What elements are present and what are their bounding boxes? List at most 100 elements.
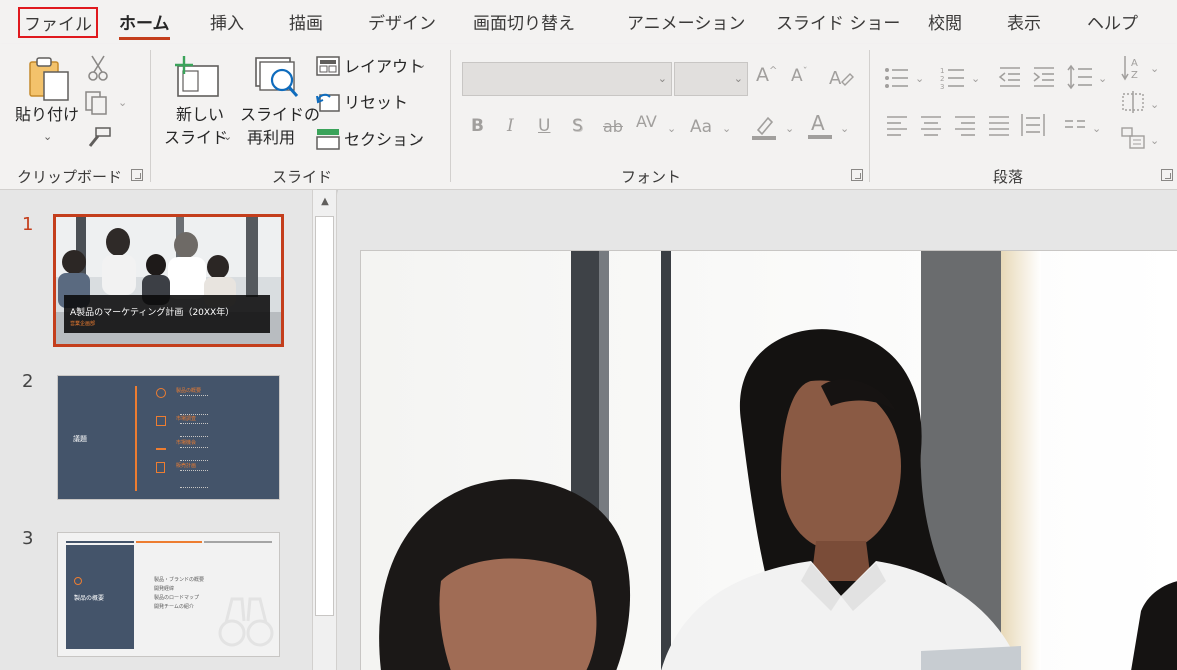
new-slide-icon: [175, 56, 219, 97]
tab-review[interactable]: 校閲: [928, 9, 962, 34]
binoculars-icon: [218, 597, 274, 647]
chevron-down-icon[interactable]: ⌄: [1150, 62, 1159, 75]
font-launcher-icon[interactable]: [851, 169, 863, 181]
clear-formatting-icon[interactable]: A: [828, 66, 854, 90]
paragraph-launcher-icon[interactable]: [1161, 169, 1173, 181]
thumbnail-scrollbar[interactable]: ▲: [312, 190, 337, 670]
chevron-down-icon[interactable]: ⌄: [722, 122, 731, 135]
slide-2-agenda-icon-3: [156, 440, 166, 450]
columns-icon[interactable]: [1064, 118, 1086, 134]
cut-icon[interactable]: [86, 54, 110, 82]
slide-thumbnail-2[interactable]: 議題 製品の概要 市場調査 市場機会 販売計画: [57, 375, 280, 500]
reset-icon: [316, 93, 340, 112]
paste-label: 貼り付け: [15, 105, 80, 124]
chevron-down-icon[interactable]: ⌄: [1150, 134, 1159, 147]
chevron-down-icon[interactable]: ⌄: [840, 122, 849, 135]
tab-insert[interactable]: 挿入: [210, 9, 244, 34]
convert-smartart-icon[interactable]: [1120, 126, 1146, 150]
tab-file[interactable]: ファイル: [18, 7, 98, 38]
increase-indent-icon[interactable]: [1032, 66, 1056, 88]
new-slide-label-2: スライド: [164, 128, 229, 147]
decrease-indent-icon[interactable]: [998, 66, 1022, 88]
chevron-down-icon[interactable]: ⌄: [915, 72, 924, 85]
text-direction-icon[interactable]: A Z: [1120, 54, 1146, 82]
format-painter-icon[interactable]: [86, 126, 112, 150]
ribbon: 貼り付け ⌄ ⌄ クリップボード 新しい スライド ⌄ スライドの 再利用 レイ…: [0, 44, 1177, 190]
scroll-up-arrow-icon[interactable]: ▲: [316, 193, 334, 211]
main-slide-canvas[interactable]: [360, 250, 1177, 670]
highlight-icon[interactable]: [750, 112, 778, 140]
chevron-down-icon[interactable]: ⌄: [785, 122, 794, 135]
align-left-icon[interactable]: [885, 114, 909, 136]
svg-text:A: A: [811, 111, 825, 135]
line-spacing-icon[interactable]: [1066, 64, 1094, 90]
numbering-icon[interactable]: 1 2 3: [940, 66, 966, 90]
clipboard-launcher-icon[interactable]: [131, 169, 143, 181]
tab-transitions[interactable]: 画面切り替え: [473, 9, 575, 34]
tab-help[interactable]: ヘルプ: [1087, 9, 1138, 34]
font-size-combo[interactable]: ⌄: [674, 62, 748, 96]
chevron-down-icon[interactable]: ⌄: [971, 72, 980, 85]
shrink-font-button[interactable]: Aˇ: [791, 66, 808, 86]
group-separator: [450, 50, 451, 182]
chevron-down-icon: ⌄: [657, 72, 667, 85]
slide-3-bullet-1: 製品・ブランドの概要: [154, 577, 205, 583]
character-spacing-icon: AV: [636, 112, 657, 131]
bold-button[interactable]: B: [471, 116, 484, 136]
character-spacing-button[interactable]: AV: [636, 112, 657, 131]
distributed-icon[interactable]: [1020, 112, 1046, 138]
slide-2-title: 議題: [73, 435, 87, 443]
scrollbar-thumb[interactable]: [315, 216, 334, 616]
justify-icon[interactable]: [987, 114, 1011, 136]
svg-text:3: 3: [940, 83, 944, 90]
tab-design[interactable]: デザイン: [368, 9, 436, 34]
group-label-paragraph: 段落: [993, 168, 1024, 186]
italic-button[interactable]: I: [507, 116, 514, 136]
font-name-combo[interactable]: ⌄: [462, 62, 672, 96]
bullets-icon[interactable]: [884, 66, 910, 90]
strikethrough-button[interactable]: ab: [603, 117, 623, 136]
slide-number-2: 2: [22, 371, 34, 392]
group-label-slides: スライド: [272, 168, 333, 186]
paste-icon: [29, 57, 69, 101]
svg-text:2: 2: [940, 75, 944, 83]
chevron-down-icon[interactable]: ⌄: [1150, 98, 1159, 111]
slide-thumbnail-3[interactable]: 製品の概要 製品・ブランドの概要 開発経緯 製品のロードマップ 開発チームの紹介: [57, 532, 280, 657]
chevron-down-icon: ⌄: [223, 130, 233, 143]
grow-font-button[interactable]: A^: [756, 64, 777, 86]
underline-button[interactable]: U: [538, 116, 550, 136]
slide-number-1: 1: [22, 214, 34, 235]
slide-3-sidebar: 製品の概要: [66, 545, 134, 649]
reuse-slides-icon: [255, 57, 299, 97]
change-case-button[interactable]: Aa: [690, 117, 712, 137]
chevron-down-icon[interactable]: ⌄: [118, 96, 127, 109]
font-color-icon[interactable]: A: [806, 110, 834, 140]
shadow-button[interactable]: S: [572, 116, 583, 136]
layout-icon: [316, 56, 340, 76]
slide-3-bullet-4: 開発チームの紹介: [154, 604, 194, 610]
tab-draw[interactable]: 描画: [289, 9, 323, 34]
chevron-down-icon[interactable]: ⌄: [1098, 72, 1107, 85]
copy-icon[interactable]: [84, 90, 110, 116]
chevron-down-icon[interactable]: ⌄: [667, 122, 676, 135]
group-separator: [869, 50, 870, 182]
tab-view[interactable]: 表示: [1007, 9, 1041, 34]
align-right-icon[interactable]: [953, 114, 977, 136]
slide-thumbnail-1[interactable]: A製品のマーケティング計画（20XX年） 営業企画部: [53, 214, 284, 347]
slide-2-agenda-lines-1: [180, 395, 208, 415]
tab-home[interactable]: ホーム: [119, 9, 170, 40]
reuse-slides-label-2: 再利用: [247, 128, 296, 147]
svg-text:A: A: [1131, 58, 1138, 69]
slide-number-3: 3: [22, 528, 34, 549]
chevron-down-icon[interactable]: ⌄: [1092, 122, 1101, 135]
slide-3-title: 製品の概要: [74, 595, 105, 602]
tab-slideshow[interactable]: スライド ショー: [776, 9, 900, 34]
slide-1-subtitle: 営業企画部: [70, 321, 96, 327]
svg-text:Z: Z: [1131, 70, 1138, 81]
align-text-icon[interactable]: [1120, 90, 1146, 114]
group-label-font: フォント: [621, 168, 682, 186]
chevron-down-icon: ⌄: [43, 130, 53, 143]
align-center-icon[interactable]: [919, 114, 943, 136]
tab-animations[interactable]: アニメーション: [627, 9, 745, 34]
slide-2-agenda-item-2: 市場調査: [176, 416, 197, 422]
